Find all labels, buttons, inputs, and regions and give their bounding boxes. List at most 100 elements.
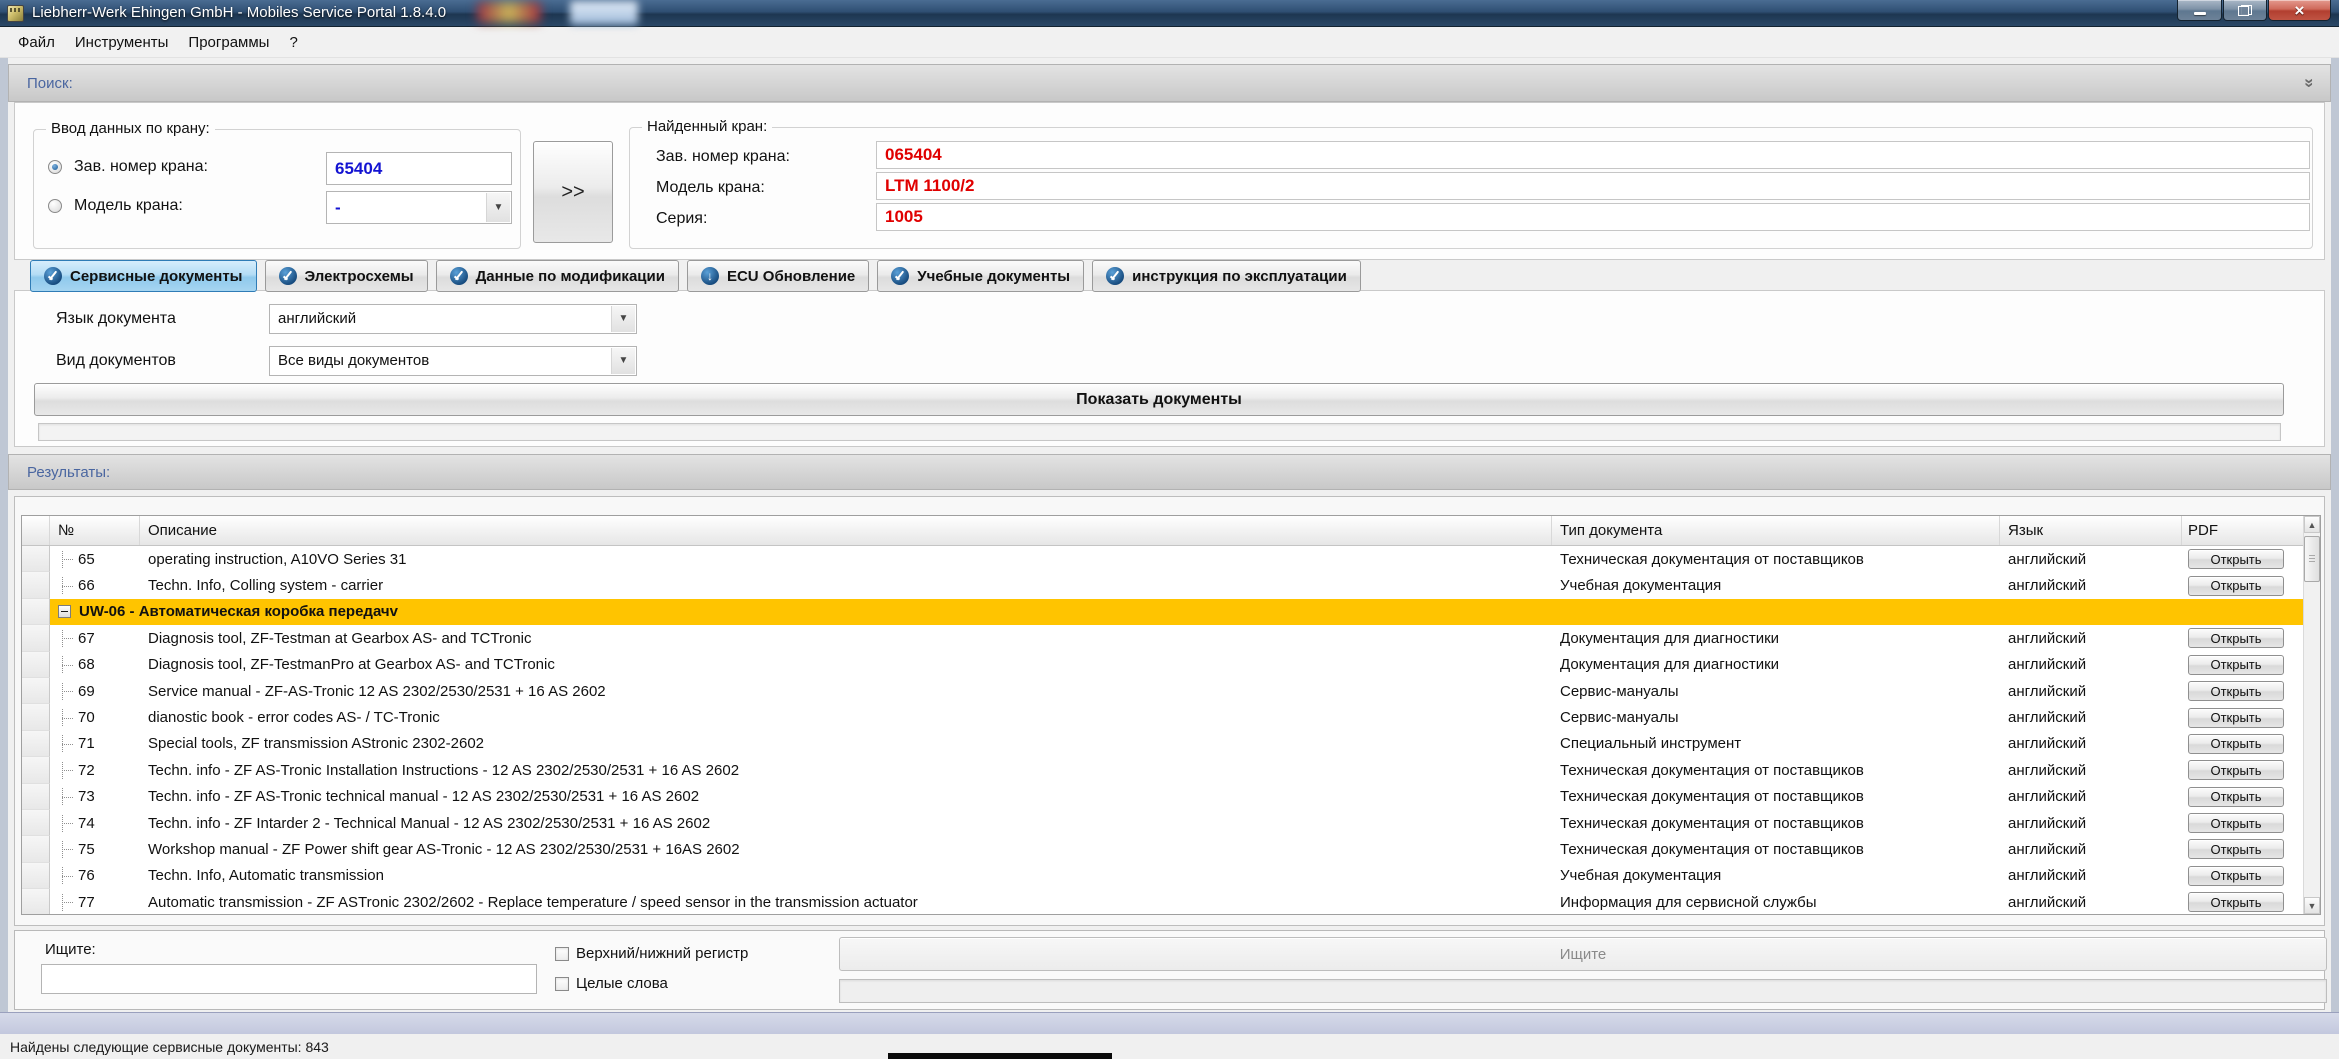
- row-selector[interactable]: [22, 757, 50, 783]
- found-field-value: LTM 1100/2: [876, 172, 2310, 200]
- row-selector[interactable]: [22, 731, 50, 757]
- find-input[interactable]: [41, 964, 537, 994]
- row-selector[interactable]: [22, 652, 50, 678]
- column-header-3[interactable]: Тип документа: [1552, 516, 2000, 545]
- row-selector[interactable]: [22, 678, 50, 704]
- tab-label: Сервисные документы: [70, 268, 243, 285]
- doctype-select[interactable]: Все виды документов ▼: [269, 346, 637, 376]
- table-row[interactable]: 75Workshop manual - ZF Power shift gear …: [22, 836, 2303, 862]
- row-selector[interactable]: [22, 546, 50, 572]
- show-documents-button[interactable]: Показать документы: [34, 383, 2284, 416]
- menu-item-2[interactable]: Инструменты: [65, 30, 179, 55]
- doc-pdf-cell: Открыть: [2182, 760, 2303, 780]
- language-select[interactable]: английский ▼: [269, 304, 637, 334]
- scroll-down-icon[interactable]: ▼: [2304, 897, 2320, 914]
- row-selector[interactable]: [22, 836, 50, 862]
- row-selector[interactable]: [22, 599, 50, 625]
- row-selector[interactable]: [22, 784, 50, 810]
- table-row[interactable]: 66Techn. Info, Colling system - carrierУ…: [22, 572, 2303, 598]
- table-row[interactable]: 68Diagnosis tool, ZF-TestmanPro at Gearb…: [22, 652, 2303, 678]
- transfer-search-button[interactable]: >>: [533, 141, 613, 243]
- row-selector[interactable]: [22, 810, 50, 836]
- serial-number-input[interactable]: 65404: [326, 152, 512, 185]
- open-pdf-button[interactable]: Открыть: [2188, 734, 2284, 754]
- collapse-section-icon[interactable]: »: [2299, 78, 2319, 87]
- table-row[interactable]: 76Techn. Info, Automatic transmissionУче…: [22, 863, 2303, 889]
- open-pdf-button[interactable]: Открыть: [2188, 839, 2284, 859]
- column-header-5[interactable]: PDF: [2182, 516, 2320, 545]
- menu-item-4[interactable]: ?: [279, 30, 307, 55]
- open-pdf-button[interactable]: Открыть: [2188, 708, 2284, 728]
- case-sensitive-checkbox[interactable]: [555, 947, 569, 961]
- tab-1[interactable]: Сервисные документы: [30, 260, 257, 292]
- open-pdf-button[interactable]: Открыть: [2188, 892, 2284, 912]
- close-button[interactable]: ×: [2268, 0, 2331, 21]
- menu-item-1[interactable]: Файл: [8, 30, 65, 55]
- row-number: 67: [50, 630, 140, 647]
- open-pdf-button[interactable]: Открыть: [2188, 681, 2284, 701]
- open-pdf-button[interactable]: Открыть: [2188, 576, 2284, 596]
- table-row[interactable]: 70dianostic book - error codes AS- / TC-…: [22, 704, 2303, 730]
- find-button[interactable]: Ищите: [839, 937, 2327, 971]
- table-row[interactable]: 73Techn. info - ZF AS-Tronic technical m…: [22, 784, 2303, 810]
- open-pdf-button[interactable]: Открыть: [2188, 628, 2284, 648]
- dropdown-arrow-icon[interactable]: ▼: [611, 348, 635, 374]
- find-label: Ищите:: [45, 941, 96, 958]
- row-selector[interactable]: [22, 625, 50, 651]
- open-pdf-button[interactable]: Открыть: [2188, 813, 2284, 833]
- row-selector[interactable]: [22, 572, 50, 598]
- table-row[interactable]: 74Techn. info - ZF Intarder 2 - Technica…: [22, 810, 2303, 836]
- table-row[interactable]: 72Techn. info - ZF AS-Tronic Installatio…: [22, 757, 2303, 783]
- open-pdf-button[interactable]: Открыть: [2188, 866, 2284, 886]
- tab-5[interactable]: Учебные документы: [877, 260, 1084, 292]
- doc-type: Документация для диагностики: [1552, 656, 2000, 673]
- open-pdf-button[interactable]: Открыть: [2188, 787, 2284, 807]
- table-row[interactable]: 65operating instruction, A10VO Series 31…: [22, 546, 2303, 572]
- restore-button[interactable]: [2223, 0, 2267, 21]
- row-selector[interactable]: [22, 863, 50, 889]
- search-section-header: Поиск: »: [8, 64, 2331, 102]
- found-field-value: 065404: [876, 141, 2310, 169]
- group-row[interactable]: UW-06 - Автоматическая коробка передачv: [22, 599, 2303, 625]
- row-selector[interactable]: [22, 889, 50, 914]
- doc-pdf-cell: Открыть: [2182, 576, 2303, 596]
- column-header-4[interactable]: Язык: [2000, 516, 2182, 545]
- table-row[interactable]: 71Special tools, ZF transmission AStroni…: [22, 731, 2303, 757]
- tab-2[interactable]: Электросхемы: [265, 260, 428, 292]
- dropdown-arrow-icon[interactable]: ▼: [611, 306, 635, 332]
- tab-6[interactable]: инструкция по эксплуатации: [1092, 260, 1361, 292]
- row-selector[interactable]: [22, 704, 50, 730]
- doc-pdf-cell: Открыть: [2182, 839, 2303, 859]
- minimize-button[interactable]: [2177, 0, 2222, 21]
- whole-word-checkbox[interactable]: [555, 977, 569, 991]
- whole-word-option: Целые слова: [555, 975, 668, 992]
- crane-model-label: Модель крана:: [74, 197, 183, 215]
- open-pdf-button[interactable]: Открыть: [2188, 655, 2284, 675]
- table-row[interactable]: 77Automatic transmission - ZF ASTronic 2…: [22, 889, 2303, 914]
- doc-type: Техническая документация от поставщиков: [1552, 815, 2000, 832]
- collapse-group-icon[interactable]: [58, 605, 71, 618]
- dropdown-arrow-icon[interactable]: ▼: [486, 193, 510, 222]
- crane-model-radio[interactable]: [48, 199, 62, 213]
- title-bar[interactable]: Liebherr-Werk Ehingen GmbH - Mobiles Ser…: [0, 0, 2339, 27]
- doc-type: Сервис-мануалы: [1552, 683, 2000, 700]
- scrollbar-thumb[interactable]: [2304, 536, 2320, 582]
- found-field-label: Зав. номер крана:: [656, 148, 790, 166]
- serial-number-radio[interactable]: [48, 160, 62, 174]
- column-header-2[interactable]: Описание: [140, 516, 1552, 545]
- tab-4[interactable]: ↓ECU Обновление: [687, 260, 869, 292]
- service-portal-icon: [891, 267, 909, 285]
- vertical-scrollbar[interactable]: ▲ ▼: [2303, 516, 2320, 914]
- close-icon: ×: [2295, 1, 2305, 20]
- find-progress-bar: [839, 979, 2327, 1003]
- open-pdf-button[interactable]: Открыть: [2188, 549, 2284, 569]
- table-row[interactable]: 69Service manual - ZF-AS-Tronic 12 AS 23…: [22, 678, 2303, 704]
- tab-3[interactable]: Данные по модификации: [436, 260, 679, 292]
- column-header-1[interactable]: №: [50, 516, 140, 545]
- menu-item-3[interactable]: Программы: [178, 30, 279, 55]
- scroll-up-icon[interactable]: ▲: [2304, 516, 2320, 533]
- crane-model-select[interactable]: - ▼: [326, 191, 512, 224]
- results-panel: №ОписаниеТип документаЯзыкPDF 65operatin…: [14, 496, 2325, 926]
- table-row[interactable]: 67Diagnosis tool, ZF-Testman at Gearbox …: [22, 625, 2303, 651]
- open-pdf-button[interactable]: Открыть: [2188, 760, 2284, 780]
